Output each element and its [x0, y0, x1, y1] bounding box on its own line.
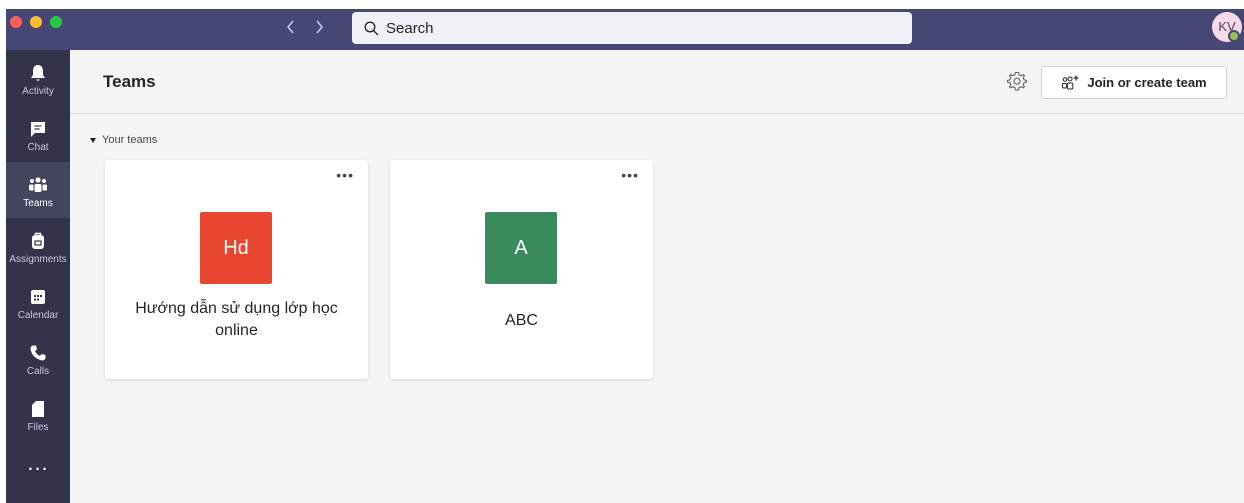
presence-status-badge [1228, 30, 1240, 42]
chevron-left-icon [286, 20, 294, 34]
maximize-window-button[interactable] [50, 16, 62, 28]
rail-item-teams[interactable]: Teams [6, 162, 70, 218]
search-icon [364, 21, 379, 35]
section-label: Your teams [102, 134, 158, 146]
gear-icon [1006, 71, 1028, 91]
team-avatar-tile: Hd [200, 212, 272, 284]
page-header: Teams Join or create team [70, 50, 1244, 114]
rail-item-label: Assignments [9, 254, 67, 265]
rail-item-files[interactable]: Files [6, 386, 70, 442]
app-bar: Activity Chat Teams Assignments Calendar… [6, 50, 70, 503]
window-frame-top [0, 0, 1244, 9]
page-title: Teams [103, 72, 156, 91]
rail-item-calendar[interactable]: Calendar [6, 274, 70, 330]
join-or-create-team-button[interactable]: Join or create team [1041, 66, 1227, 99]
rail-item-chat[interactable]: Chat [6, 106, 70, 162]
chevron-right-icon [316, 20, 324, 34]
more-apps-button[interactable]: ... [6, 452, 70, 479]
calendar-icon [31, 290, 45, 304]
phone-icon [30, 345, 46, 361]
backpack-icon [32, 232, 44, 249]
forward-button[interactable] [310, 16, 328, 38]
search-input[interactable] [386, 19, 866, 37]
team-name: Hướng dẫn sử dụng lớp học online [135, 300, 338, 339]
minimize-window-button[interactable] [30, 16, 42, 28]
rail-item-assignments[interactable]: Assignments [6, 218, 70, 274]
rail-item-label: Chat [27, 142, 49, 153]
rail-item-label: Teams [23, 198, 53, 209]
rail-item-label: Calls [26, 366, 50, 377]
settings-button[interactable] [1006, 70, 1028, 92]
rail-item-label: Files [27, 422, 49, 433]
search-bar[interactable] [352, 12, 912, 44]
file-icon [32, 401, 44, 417]
team-avatar-tile: A [485, 212, 557, 284]
rail-item-label: Calendar [17, 310, 59, 321]
close-window-button[interactable] [10, 16, 22, 28]
main-content: Teams Join or create team Your teams •••… [70, 50, 1244, 503]
rail-item-label: Activity [22, 86, 54, 97]
add-team-icon [1062, 75, 1079, 89]
more-options-button[interactable]: ••• [336, 168, 354, 182]
more-options-button[interactable]: ••• [621, 168, 639, 182]
back-button[interactable] [282, 16, 300, 38]
join-or-create-team-label: Join or create team [1087, 75, 1207, 90]
your-teams-section-toggle[interactable]: Your teams [90, 134, 157, 146]
chat-icon [31, 122, 45, 137]
team-card[interactable]: ••• Hd Hướng dẫn sử dụng lớp học online [105, 160, 368, 379]
bell-icon [31, 65, 45, 81]
rail-item-activity[interactable]: Activity [6, 50, 70, 106]
title-bar: KV [6, 9, 1244, 50]
team-name: ABC [505, 312, 538, 329]
team-card[interactable]: ••• A ABC [390, 160, 653, 379]
caret-down-icon [90, 137, 96, 143]
teams-icon [29, 177, 47, 192]
rail-item-calls[interactable]: Calls [6, 330, 70, 386]
